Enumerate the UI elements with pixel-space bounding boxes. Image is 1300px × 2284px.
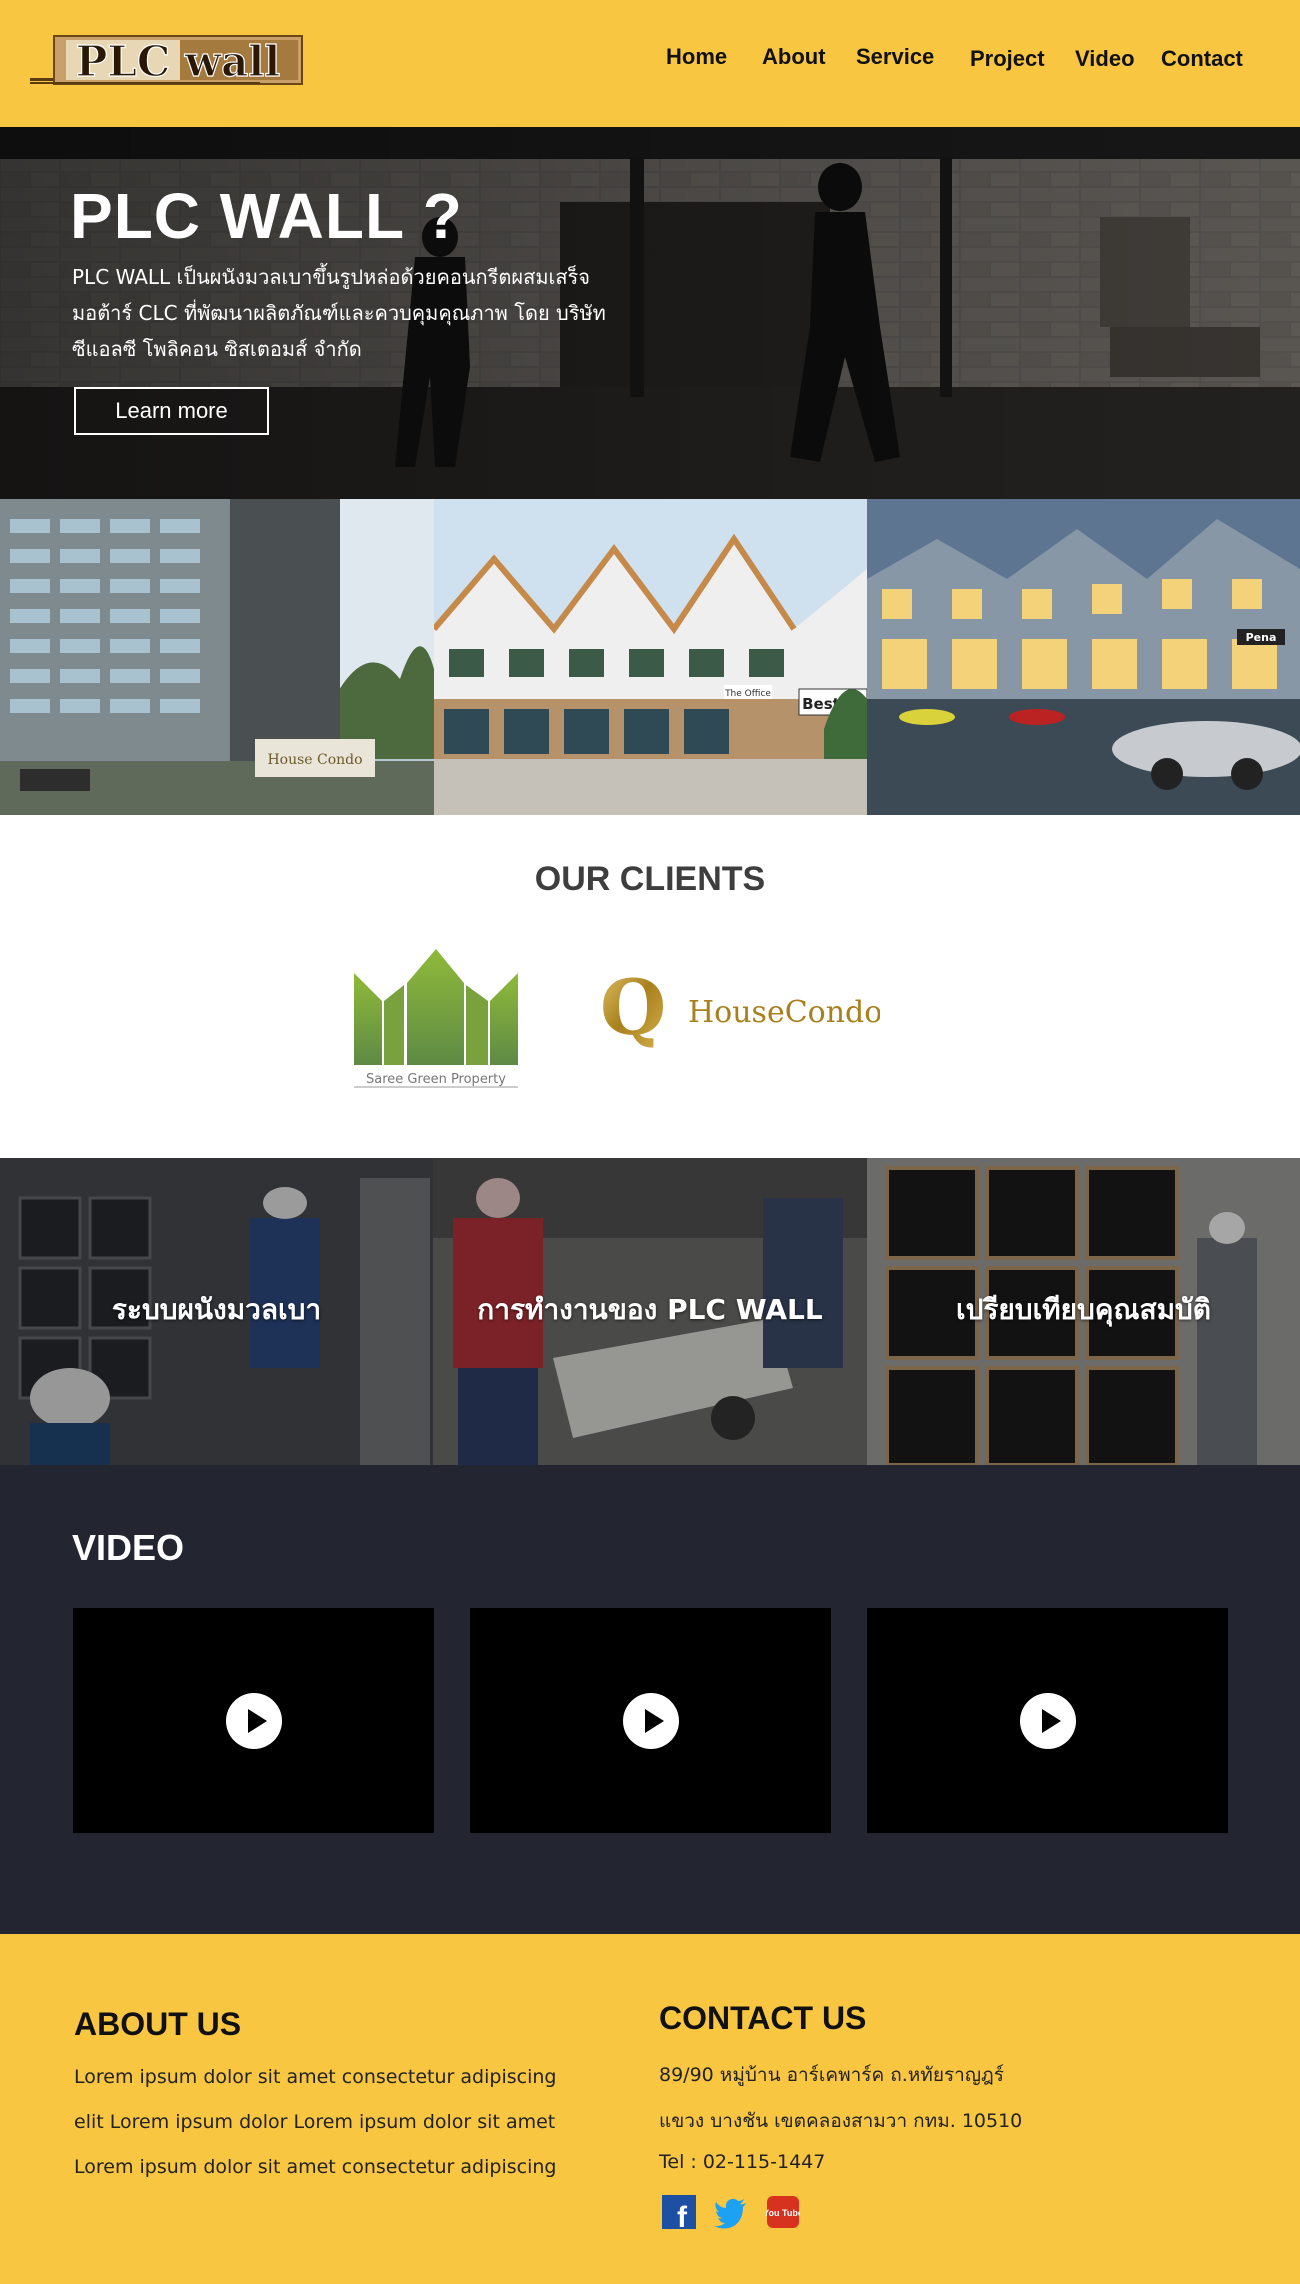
learn-more-button[interactable]: Learn more [74,387,269,435]
tile-label: การทำงานของ PLC WALL [477,1293,823,1326]
plc-wall-logo[interactable]: PLC wall [30,26,308,92]
nav-home[interactable]: Home [666,44,727,70]
facebook-icon[interactable]: f [662,2195,696,2234]
project-gallery: House Condo The Office Best Av Pena [0,499,1300,815]
office-sign-text: The Office [724,689,771,699]
nav-service[interactable]: Service [856,44,934,70]
gallery-image-townhouse-day[interactable]: The Office Best Av [434,499,867,815]
about-us-text: elit Lorem ipsum dolor Lorem ipsum dolor… [74,2111,556,2133]
video-player-1[interactable] [73,1608,434,1833]
play-icon[interactable] [1019,1692,1076,1749]
hero-desc-line: มอต้าร์ CLC ที่พัฒนาผลิตภัณฑ์และควบคุมคุ… [72,301,606,325]
gallery-image-townhouse-evening[interactable]: Pena [867,499,1300,815]
video-player-3[interactable] [867,1608,1228,1833]
condo-sign-text: House Condo [267,752,362,768]
twitter-icon[interactable] [714,2195,748,2229]
nav-project[interactable]: Project [970,46,1045,72]
tile-label: ระบบผนังมวลเบา [111,1293,322,1326]
hero-desc-line: ซีแอลซี โพลิคอน ซิสเตอมส์ จำกัด [72,337,362,361]
about-us-title: ABOUT US [74,2006,242,2042]
youtube-icon[interactable]: You Tube [763,2195,803,2229]
gallery-image-condo-tower[interactable]: House Condo [0,499,434,815]
feature-tiles: ระบบผนังมวลเบา การทำงานของ PLC WALL เปรี… [0,1158,1300,1465]
contact-phone[interactable]: Tel : 02-115-1447 [659,2151,825,2173]
hero-section: PLC WALL ? PLC WALL เป็นผนังมวลเบาขึ้นรู… [0,127,1300,499]
hero-desc-line: PLC WALL เป็นผนังมวลเบาขึ้นรูปหล่อด้วยคอ… [72,265,591,289]
video-title: VIDEO [72,1527,185,1568]
contact-address-line: 89/90 หมู่บ้าน อาร์เคพาร์ค ถ.หทัยราญฎร์ [659,2064,1004,2086]
qhouse-condo-logo[interactable]: Q HouseCondo [600,963,882,1052]
play-icon[interactable] [225,1692,282,1749]
pena-sign-text: Pena [1246,631,1277,644]
youtube-glyph: You Tube [766,2208,800,2218]
about-us-text: Lorem ipsum dolor sit amet consectetur a… [74,2156,557,2178]
hero-title: PLC WALL ? [70,180,463,252]
tile-label: เปรียบเทียบคุณสมบัติ [956,1293,1211,1326]
logo-text: PLC wall [76,37,280,86]
saree-green-logo[interactable]: Saree Green Property [352,945,520,1090]
saree-green-text: Saree Green Property [366,1072,506,1087]
site-header: PLC wall Home About Service Project Vide… [0,0,1300,127]
tile-lightweight-wall-system[interactable]: ระบบผนังมวลเบา [0,1158,433,1465]
video-player-2[interactable] [470,1608,831,1833]
play-icon[interactable] [622,1692,679,1749]
facebook-glyph: f [677,2201,688,2229]
about-us-text: Lorem ipsum dolor sit amet consectetur a… [74,2066,557,2088]
nav-video[interactable]: Video [1075,46,1135,72]
contact-us-title: CONTACT US [659,2000,867,2036]
clients-title: OUR CLIENTS [534,860,766,898]
qhouse-condo-text: HouseCondo [688,995,880,1030]
contact-address-line: แขวง บางชัน เขตคลองสามวา กทม. 10510 [659,2110,1023,2132]
nav-about[interactable]: About [762,44,826,70]
qhouse-initial: Q [600,970,666,1050]
video-section: VIDEO [0,1465,1300,1934]
site-footer: ABOUT US Lorem ipsum dolor sit amet cons… [0,1934,1300,2284]
hero-description: PLC WALL เป็นผนังมวลเบาขึ้นรูปหล่อด้วยคอ… [72,259,652,367]
tile-plc-wall-process[interactable]: การทำงานของ PLC WALL [433,1158,867,1465]
tile-property-comparison[interactable]: เปรียบเทียบคุณสมบัติ [867,1158,1300,1465]
nav-contact[interactable]: Contact [1161,46,1243,72]
